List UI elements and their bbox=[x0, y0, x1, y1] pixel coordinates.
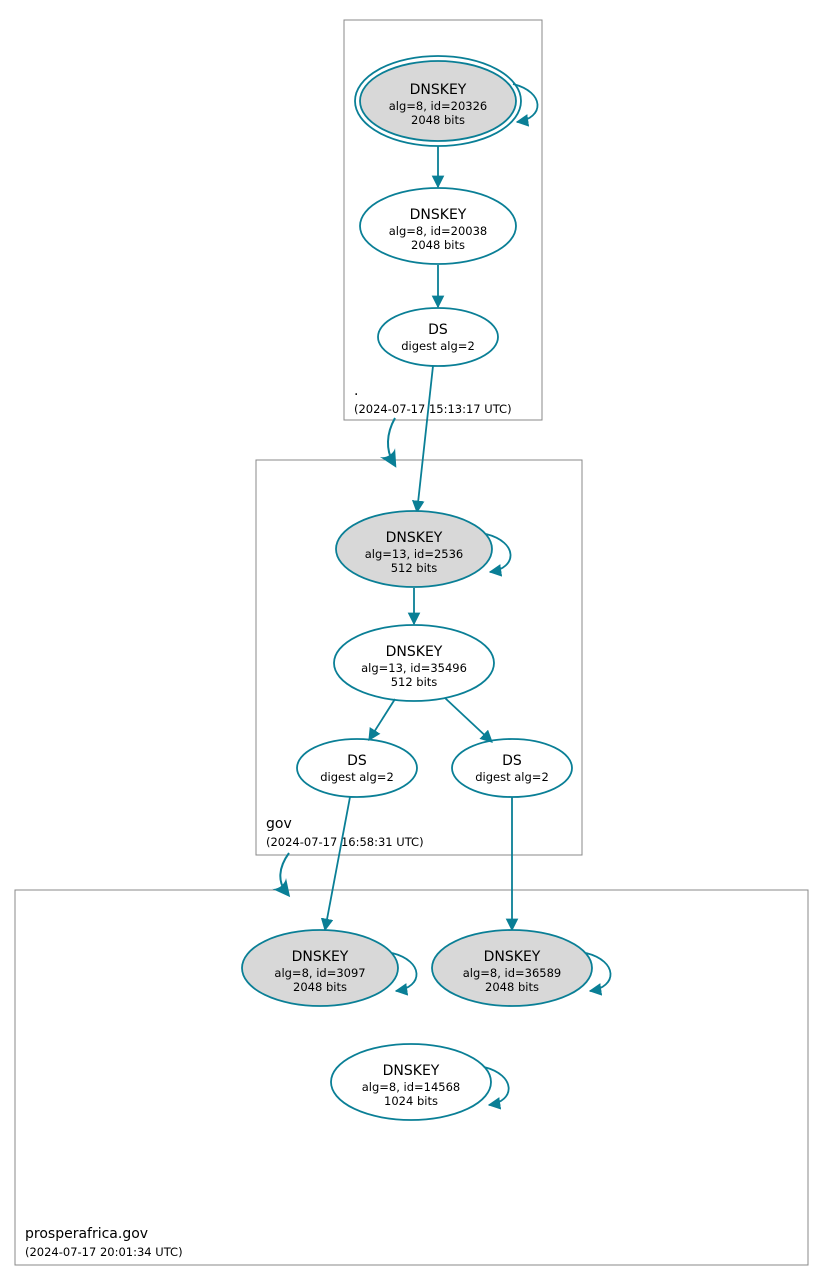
svg-text:DNSKEY: DNSKEY bbox=[386, 644, 443, 660]
zone-root-ts: (2024-07-17 15:13:17 UTC) bbox=[354, 402, 512, 416]
svg-text:2048 bits: 2048 bits bbox=[411, 238, 465, 252]
svg-text:DS: DS bbox=[502, 753, 522, 769]
edge-gov-zsk-ds2 bbox=[445, 698, 492, 742]
svg-text:alg=8, id=3097: alg=8, id=3097 bbox=[274, 966, 365, 980]
edge-zone-gov-to-leaf bbox=[280, 853, 289, 892]
svg-text:2048 bits: 2048 bits bbox=[411, 113, 465, 127]
svg-text:alg=8, id=14568: alg=8, id=14568 bbox=[362, 1080, 461, 1094]
dnskey-root-ksk: DNSKEY alg=8, id=20326 2048 bits bbox=[355, 56, 521, 146]
svg-text:alg=13, id=35496: alg=13, id=35496 bbox=[361, 661, 467, 675]
edge-zone-root-to-gov bbox=[388, 418, 395, 462]
dnskey-gov-zsk: DNSKEY alg=13, id=35496 512 bits bbox=[334, 625, 494, 701]
dnskey-leaf-ksk1: DNSKEY alg=8, id=3097 2048 bits bbox=[242, 930, 398, 1006]
svg-text:DNSKEY: DNSKEY bbox=[484, 949, 541, 965]
svg-text:DNSKEY: DNSKEY bbox=[292, 949, 349, 965]
edge-gov-zsk-ds1 bbox=[369, 699, 395, 740]
dnskey-gov-ksk: DNSKEY alg=13, id=2536 512 bits bbox=[336, 511, 492, 587]
svg-text:DNSKEY: DNSKEY bbox=[410, 207, 467, 223]
svg-text:DS: DS bbox=[428, 322, 448, 338]
zone-leaf-label: prosperafrica.gov bbox=[25, 1226, 148, 1242]
svg-text:512 bits: 512 bits bbox=[391, 675, 438, 689]
zone-root-label: . bbox=[354, 383, 358, 399]
svg-text:alg=8, id=36589: alg=8, id=36589 bbox=[463, 966, 562, 980]
svg-text:alg=8, id=20326: alg=8, id=20326 bbox=[389, 99, 488, 113]
svg-text:DNSKEY: DNSKEY bbox=[410, 82, 467, 98]
dnskey-leaf-zsk: DNSKEY alg=8, id=14568 1024 bits bbox=[331, 1044, 491, 1120]
svg-text:DNSKEY: DNSKEY bbox=[383, 1063, 440, 1079]
zone-gov-ts: (2024-07-17 16:58:31 UTC) bbox=[266, 835, 424, 849]
svg-text:DS: DS bbox=[347, 753, 367, 769]
edge-root-ds-gov-ksk bbox=[417, 366, 433, 512]
dnskey-leaf-ksk2: DNSKEY alg=8, id=36589 2048 bits bbox=[432, 930, 592, 1006]
svg-text:2048 bits: 2048 bits bbox=[485, 980, 539, 994]
svg-text:512 bits: 512 bits bbox=[391, 561, 438, 575]
ds-gov-1: DS digest alg=2 bbox=[297, 739, 417, 797]
svg-text:digest alg=2: digest alg=2 bbox=[320, 770, 394, 784]
edge-gov-ds1-leaf-ksk1 bbox=[325, 797, 350, 930]
svg-text:digest alg=2: digest alg=2 bbox=[401, 339, 475, 353]
svg-text:DNSKEY: DNSKEY bbox=[386, 530, 443, 546]
dnskey-root-zsk: DNSKEY alg=8, id=20038 2048 bits bbox=[360, 188, 516, 264]
svg-text:1024 bits: 1024 bits bbox=[384, 1094, 438, 1108]
zone-gov-label: gov bbox=[266, 816, 292, 832]
svg-text:alg=13, id=2536: alg=13, id=2536 bbox=[365, 547, 464, 561]
dnssec-graph: . (2024-07-17 15:13:17 UTC) gov (2024-07… bbox=[0, 0, 823, 1278]
svg-text:2048 bits: 2048 bits bbox=[293, 980, 347, 994]
ds-gov-2: DS digest alg=2 bbox=[452, 739, 572, 797]
zone-leaf-ts: (2024-07-17 20:01:34 UTC) bbox=[25, 1245, 183, 1259]
ds-root: DS digest alg=2 bbox=[378, 308, 498, 366]
svg-text:alg=8, id=20038: alg=8, id=20038 bbox=[389, 224, 488, 238]
svg-text:digest alg=2: digest alg=2 bbox=[475, 770, 549, 784]
